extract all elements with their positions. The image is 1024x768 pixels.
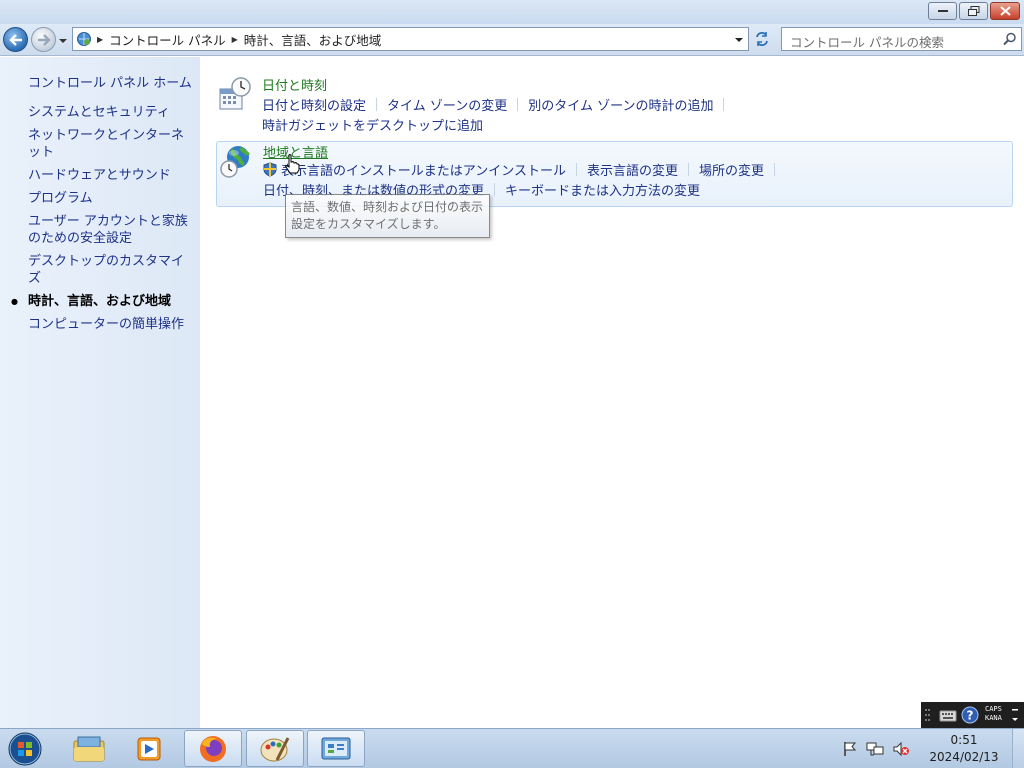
notification-area [842,729,910,768]
left-nav-network-internet[interactable]: ネットワークとインターネット [28,127,193,161]
grip-icon[interactable] [925,709,931,721]
clock-time: 0:51 [950,733,978,747]
recent-pages-dropdown-icon[interactable] [58,36,68,46]
calendar-clock-icon[interactable] [218,77,252,111]
divider [774,163,775,176]
category-list: システムとセキュリティ ネットワークとインターネット ハードウェアとサウンド プ… [11,104,193,339]
svg-text:?: ? [967,709,974,723]
left-nav-clock-language-region: 時計、言語、および地域 [11,293,193,310]
date-time-tasks-row1: 日付と時刻の設定 タイム ゾーンの変更 別のタイム ゾーンの時計の追加 [262,95,734,114]
left-nav-programs[interactable]: プログラム [28,190,193,207]
address-bar[interactable]: ▶ コントロール パネル ▶ 時計、言語、および地域 [72,27,749,51]
action-center-flag-icon[interactable] [842,741,858,757]
left-nav-user-accounts[interactable]: ユーザー アカウントと家族のための安全設定 [28,213,193,247]
change-location-link[interactable]: 場所の変更 [699,160,764,179]
language-bar-menu-icon[interactable] [1011,706,1020,724]
change-time-zone-link[interactable]: タイム ゾーンの変更 [387,95,507,114]
breadcrumb-chevron-icon[interactable]: ▶ [232,35,238,44]
divider [723,98,725,111]
category-date-time: 日付と時刻 日付と時刻の設定 タイム ゾーンの変更 別のタイム ゾーンの時計の追… [216,73,1013,143]
forward-arrow-icon [37,33,51,46]
help-icon[interactable]: ? [961,706,979,724]
explorer-icon [73,736,105,761]
divider [517,98,519,111]
system-clock[interactable]: 0:51 2024/02/13 [924,732,1004,766]
restore-button[interactable] [959,2,988,20]
refresh-button[interactable] [751,28,773,50]
divider [376,98,378,111]
refresh-icon [756,32,768,46]
taskbar-media-player-button[interactable] [120,730,178,767]
search-icon[interactable] [1003,32,1017,46]
ime-pad-icon[interactable] [939,708,957,722]
network-icon[interactable] [866,741,884,757]
divider [575,163,577,176]
media-player-icon [137,737,161,760]
uac-shield-icon [263,162,277,177]
show-desktop-button[interactable] [1012,729,1024,768]
control-panel-icon [77,32,91,46]
change-keyboards-link[interactable]: キーボードまたは入力方法の変更 [505,180,700,199]
divider [494,183,496,196]
back-button[interactable] [3,27,28,52]
language-bar: ? CAPS KANA [921,702,1024,728]
taskbar-paint-button[interactable] [246,730,304,767]
search-box[interactable]: コントロール パネルの検索 [781,27,1022,51]
kana-indicator: KANA [985,714,1002,722]
tooltip-line-2: 設定をカスタマイズします。 [291,217,446,231]
control-panel-home-link[interactable]: コントロール パネル ホーム [28,72,192,91]
date-time-tasks-row2: 時計ガジェットをデスクトップに追加 [262,115,483,134]
close-button[interactable] [990,2,1020,20]
left-nav-hardware-sound[interactable]: ハードウェアとサウンド [28,167,193,184]
change-display-language-link[interactable]: 表示言語の変更 [587,160,678,179]
back-arrow-icon [8,33,22,46]
control-panel-icon [321,737,351,759]
search-input[interactable]: コントロール パネルの検索 [790,32,944,51]
tooltip-line-1: 言語、数値、時刻および日付の表示 [291,200,484,214]
left-nav-ease-of-access[interactable]: コンピューターの簡単操作 [28,316,193,333]
taskbar-firefox-button[interactable] [184,730,242,767]
caption-buttons [928,2,1020,20]
caps-indicator: CAPS [985,705,1002,713]
left-navigation-pane: コントロール パネル ホーム システムとセキュリティ ネットワークとインターネッ… [0,57,200,728]
region-language-tasks-row1: 表示言語のインストールまたはアンインストール 表示言語の変更 場所の変更 [263,160,785,179]
minimize-button[interactable] [928,2,957,20]
taskbar-explorer-button[interactable] [60,730,118,767]
left-nav-appearance[interactable]: デスクトップのカスタマイズ [28,253,193,287]
volume-muted-icon[interactable] [892,741,910,757]
paint-icon [260,736,290,761]
start-button[interactable] [4,731,46,767]
taskbar: 0:51 2024/02/13 [0,728,1024,768]
forward-button[interactable] [31,27,56,52]
hand-cursor-icon [285,154,300,174]
left-nav-system-security[interactable]: システムとセキュリティ [28,104,193,121]
breadcrumb-clock-language-region[interactable]: 時計、言語、および地域 [244,30,382,49]
add-clocks-link[interactable]: 別のタイム ゾーンの時計の追加 [528,95,713,114]
address-toolbar: ▶ コントロール パネル ▶ 時計、言語、および地域 コントロール パネルの検索 [0,24,1024,56]
clock-date: 2024/02/13 [929,750,999,764]
address-dropdown-icon[interactable] [732,34,746,46]
ime-status: CAPS KANA [985,705,1002,723]
set-date-time-link[interactable]: 日付と時刻の設定 [262,95,366,114]
title-bar [0,0,1024,24]
date-time-heading[interactable]: 日付と時刻 [262,75,327,94]
region-language-tooltip: 言語、数値、時刻および日付の表示 設定をカスタマイズします。 [285,194,490,238]
breadcrumb-control-panel[interactable]: コントロール パネル [109,30,225,49]
globe-clock-icon[interactable] [219,144,253,178]
firefox-icon [200,735,226,762]
add-clock-gadget-link[interactable]: 時計ガジェットをデスクトップに追加 [262,115,483,134]
taskbar-control-panel-button[interactable] [307,730,365,767]
install-display-language-link[interactable]: 表示言語のインストールまたはアンインストール [281,160,566,179]
breadcrumb-chevron-icon[interactable]: ▶ [97,35,103,44]
main-content-pane: 日付と時刻 日付と時刻の設定 タイム ゾーンの変更 別のタイム ゾーンの時計の追… [200,57,1024,728]
divider [687,163,689,176]
start-orb-icon [8,732,42,766]
